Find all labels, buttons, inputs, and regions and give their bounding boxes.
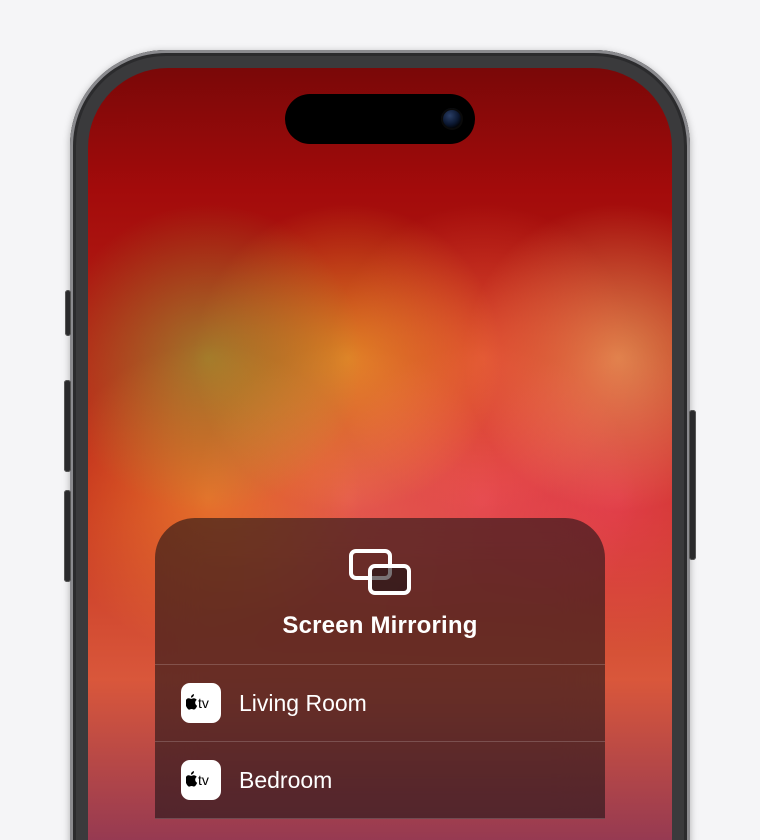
popup-title: Screen Mirroring <box>282 612 477 640</box>
volume-down-button[interactable] <box>64 490 71 582</box>
screen-mirroring-popup: Screen Mirroring tv Living Room <box>155 518 605 819</box>
dynamic-island <box>285 94 475 144</box>
silent-switch[interactable] <box>65 290 71 336</box>
apple-tv-icon: tv <box>181 683 221 723</box>
device-list: tv Living Room tv Bedroom <box>155 664 605 819</box>
device-label: Bedroom <box>239 767 332 794</box>
front-camera-icon <box>441 108 463 130</box>
device-label: Living Room <box>239 690 367 717</box>
device-item-living-room[interactable]: tv Living Room <box>155 664 605 741</box>
device-item-bedroom[interactable]: tv Bedroom <box>155 741 605 819</box>
svg-text:tv: tv <box>198 695 209 711</box>
phone-frame: Screen Mirroring tv Living Room <box>70 50 690 840</box>
popup-header: Screen Mirroring <box>155 548 605 664</box>
phone-screen: Screen Mirroring tv Living Room <box>88 68 672 840</box>
volume-up-button[interactable] <box>64 380 71 472</box>
screen-mirroring-icon <box>348 548 412 596</box>
power-button[interactable] <box>689 410 696 560</box>
apple-tv-icon: tv <box>181 760 221 800</box>
svg-text:tv: tv <box>198 772 209 788</box>
